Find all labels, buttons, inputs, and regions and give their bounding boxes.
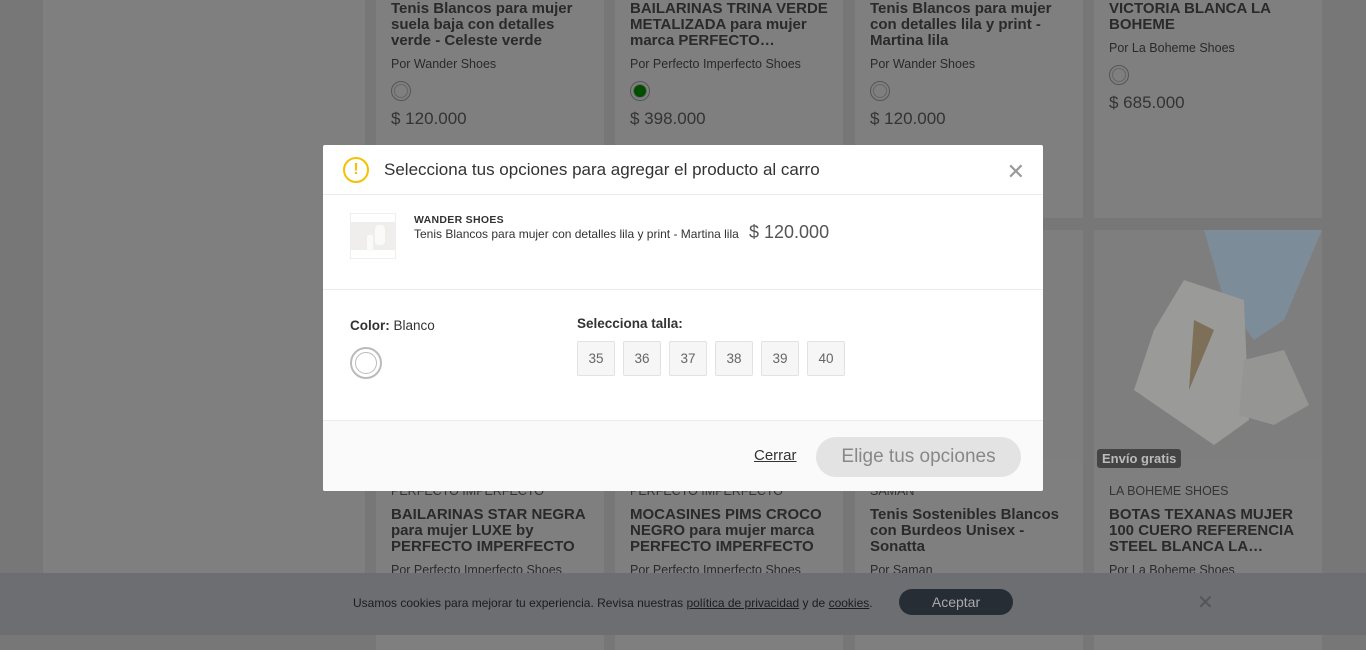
product-brand: WANDER SHOES (414, 214, 504, 226)
size-option-35[interactable]: 35 (577, 341, 615, 376)
modal-title: Selecciona tus opciones para agregar el … (384, 159, 820, 179)
options-modal: ! Selecciona tus opciones para agregar e… (323, 145, 1043, 491)
cerrar-link[interactable]: Cerrar (754, 447, 797, 464)
product-title: MOCASINES PIMS CROCO NEGRO para mujer ma… (630, 506, 822, 555)
close-icon[interactable]: ✕ (1007, 159, 1025, 185)
size-option-39[interactable]: 39 (761, 341, 799, 376)
color-value: Blanco (393, 318, 435, 333)
product-title: VICTORIA BLANCA LA BOHEME (1109, 0, 1271, 33)
product-image (1094, 230, 1322, 460)
cookie-text-1: Usamos cookies para mejorar tu experienc… (353, 596, 687, 610)
cookies-link[interactable]: cookies (829, 596, 870, 610)
product-price: $ 120.000 (870, 109, 946, 128)
size-label: Selecciona talla: (577, 316, 683, 331)
cookie-bar: Usamos cookies para mejorar tu experienc… (0, 573, 1366, 635)
size-option-38[interactable]: 38 (715, 341, 753, 376)
product-brand: LA BOHEME SHOES (1109, 484, 1229, 498)
color-label-text: Color: (350, 318, 390, 333)
product-price: $ 398.000 (630, 109, 706, 128)
size-option-37[interactable]: 37 (669, 341, 707, 376)
choose-options-button[interactable]: Elige tus opciones (816, 437, 1021, 477)
product-summary: WANDER SHOES Tenis Blancos para mujer co… (323, 195, 1043, 290)
product-title: BAILARINAS TRINA VERDE METALIZADA para m… (630, 0, 828, 49)
accept-cookies-button[interactable]: Aceptar (899, 589, 1013, 615)
size-option-36[interactable]: 36 (623, 341, 661, 376)
product-thumbnail (350, 213, 396, 259)
color-swatch[interactable] (870, 81, 890, 101)
cookie-text: Usamos cookies para mejorar tu experienc… (353, 596, 873, 610)
filter-panel (43, 0, 365, 635)
cookie-close-icon[interactable]: ✕ (1197, 590, 1214, 615)
product-seller: Por La Boheme Shoes (1109, 41, 1235, 55)
product-card[interactable]: VICTORIA BLANCA LA BOHEME Por La Boheme … (1094, 0, 1322, 218)
color-label: Color: Blanco (350, 318, 435, 333)
product-title: Tenis Sostenibles Blancos con Burdeos Un… (870, 506, 1059, 555)
color-swatch-blanco[interactable] (350, 347, 382, 379)
product-title: BOTAS TEXANAS MUJER 100 CUERO REFERENCIA… (1109, 506, 1294, 555)
product-seller: Por Wander Shoes (391, 57, 497, 71)
color-swatch[interactable] (1109, 65, 1129, 85)
product-name: Tenis Blancos para mujer con detalles li… (414, 227, 739, 241)
product-title: Tenis Blancos para mujer con detalles li… (870, 0, 1052, 49)
cookie-text-3: . (869, 596, 873, 610)
size-option-40[interactable]: 40 (807, 341, 845, 376)
cookie-text-2: y de (799, 596, 829, 610)
product-price: $ 120.000 (391, 109, 467, 128)
free-shipping-badge: Envío gratis (1097, 449, 1182, 468)
warning-icon: ! (343, 156, 369, 183)
color-swatch[interactable] (630, 81, 650, 101)
product-seller: Por Perfecto Imperfecto Shoes (630, 57, 801, 71)
product-title: Tenis Blancos para mujer suela baja con … (391, 0, 573, 49)
color-swatch[interactable] (391, 81, 411, 101)
privacy-policy-link[interactable]: política de privacidad (686, 596, 799, 610)
product-price: $ 685.000 (1109, 93, 1185, 112)
product-seller: Por Wander Shoes (870, 57, 976, 71)
size-options: 35 36 37 38 39 40 (577, 341, 845, 376)
product-price: $ 120.000 (749, 222, 830, 242)
product-title: BAILARINAS STAR NEGRA para mujer LUXE by… (391, 506, 586, 555)
